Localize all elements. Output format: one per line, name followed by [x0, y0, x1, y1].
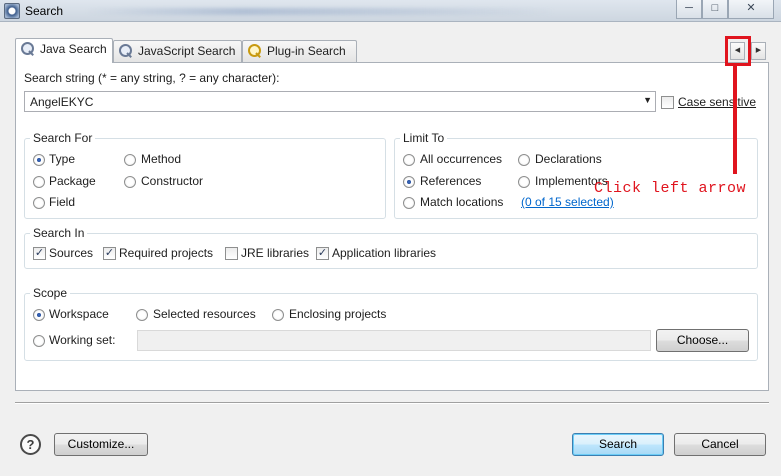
tab-plugin-search[interactable]: Plug-in Search	[242, 40, 357, 62]
annotation-pointer-line	[733, 66, 737, 174]
method-label: Method	[141, 152, 182, 166]
annotation-highlight-box	[725, 36, 751, 66]
case-sensitive-checkbox[interactable]	[661, 96, 674, 109]
workspace-label: Workspace	[49, 307, 109, 321]
minimize-button[interactable]: ─	[676, 0, 702, 19]
choose-button[interactable]: Choose...	[656, 329, 749, 352]
search-string-label: Search string (* = any string, ? = any c…	[24, 71, 280, 85]
type-label: Type	[49, 152, 76, 166]
minimize-icon: ─	[685, 2, 693, 14]
plugin-search-icon	[247, 43, 263, 57]
application-libraries-label: Application libraries	[332, 246, 437, 260]
working-set-field[interactable]	[137, 330, 651, 351]
radio-selected-resources[interactable]	[136, 309, 148, 321]
references-label: References	[420, 174, 482, 188]
dropdown-arrow-icon[interactable]: ▼	[643, 95, 652, 105]
search-icon	[118, 43, 134, 57]
limit-to-title: Limit To	[400, 131, 448, 145]
help-icon[interactable]: ?	[20, 434, 41, 455]
radio-package[interactable]	[33, 176, 45, 188]
sources-label: Sources	[49, 246, 94, 260]
required-projects-checkbox[interactable]: ✓	[103, 247, 116, 260]
constructor-label: Constructor	[141, 174, 204, 188]
radio-enclosing-projects[interactable]	[272, 309, 284, 321]
application-libraries-checkbox[interactable]: ✓	[316, 247, 329, 260]
radio-working-set[interactable]	[33, 335, 45, 347]
maximize-button[interactable]: □	[702, 0, 728, 19]
maximize-icon: □	[711, 2, 719, 14]
radio-match-locations[interactable]	[403, 197, 415, 209]
window-title: Search	[25, 4, 64, 18]
sources-checkbox[interactable]: ✓	[33, 247, 46, 260]
tab-javascript-search[interactable]: JavaScript Search	[113, 40, 242, 62]
match-locations-link[interactable]: (0 of 15 selected)	[521, 195, 614, 209]
radio-workspace[interactable]	[33, 309, 45, 321]
radio-type[interactable]	[33, 154, 45, 166]
scope-title: Scope	[30, 286, 71, 300]
selected-resources-label: Selected resources	[153, 307, 256, 321]
radio-implementors[interactable]	[518, 176, 530, 188]
working-set-label: Working set:	[49, 333, 116, 347]
match-locations-label: Match locations	[420, 195, 504, 209]
close-icon: ✕	[746, 2, 756, 14]
jre-libraries-label: JRE libraries	[241, 246, 310, 260]
right-arrow-icon: ▶	[755, 47, 762, 54]
jre-libraries-checkbox[interactable]	[225, 247, 238, 260]
footer-separator	[15, 402, 769, 404]
annotation-text: Click left arrow	[594, 180, 747, 197]
tab-label: Java Search	[40, 42, 107, 56]
blurred-title-path	[85, 8, 555, 15]
enclosing-projects-label: Enclosing projects	[289, 307, 387, 321]
customize-button[interactable]: Customize...	[54, 433, 148, 456]
radio-field[interactable]	[33, 197, 45, 209]
all-occurrences-label: All occurrences	[420, 152, 503, 166]
search-string-combo[interactable]: AngelEKYC ▼	[24, 91, 656, 112]
package-label: Package	[49, 174, 96, 188]
required-projects-label: Required projects	[119, 246, 214, 260]
case-sensitive-label: Case sensitive	[678, 95, 757, 109]
tab-label: JavaScript Search	[138, 44, 236, 58]
close-button[interactable]: ✕	[728, 0, 774, 19]
declarations-label: Declarations	[535, 152, 602, 166]
search-in-title: Search In	[30, 226, 88, 240]
tab-label: Plug-in Search	[267, 44, 346, 58]
title-bar: Search ─ □ ✕	[0, 0, 781, 22]
field-label: Field	[49, 195, 76, 209]
search-icon	[20, 41, 36, 55]
search-string-value: AngelEKYC	[30, 95, 94, 109]
radio-constructor[interactable]	[124, 176, 136, 188]
java-search-panel: Search string (* = any string, ? = any c…	[15, 62, 769, 391]
radio-all-occurrences[interactable]	[403, 154, 415, 166]
tab-scroll-right-button[interactable]: ▶	[751, 42, 766, 60]
eclipse-icon	[4, 3, 20, 19]
radio-method[interactable]	[124, 154, 136, 166]
search-button[interactable]: Search	[572, 433, 664, 456]
search-for-title: Search For	[30, 131, 96, 145]
radio-references[interactable]	[403, 176, 415, 188]
cancel-button[interactable]: Cancel	[674, 433, 766, 456]
tab-java-search[interactable]: Java Search	[15, 38, 113, 63]
radio-declarations[interactable]	[518, 154, 530, 166]
